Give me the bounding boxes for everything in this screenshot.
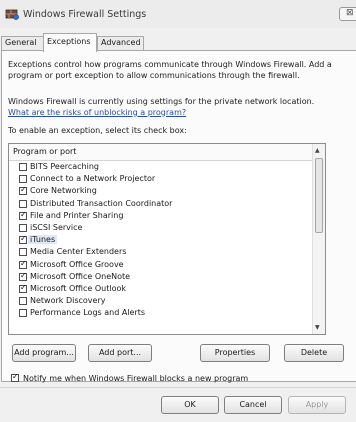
tab-advanced[interactable]: Advanced: [97, 36, 144, 50]
tab-general[interactable]: General: [1, 36, 44, 50]
list-item[interactable]: Distributed Transaction Coordinator: [9, 198, 314, 210]
exception-checkbox[interactable]: ✓: [19, 234, 27, 245]
list-item-label: File and Printer Sharing: [30, 210, 124, 220]
list-item-label: Microsoft Office OneNote: [30, 271, 131, 281]
notify-label: Notify me when Windows Firewall blocks a…: [23, 374, 249, 383]
column-header-label: Program or port: [13, 147, 77, 156]
scroll-down-icon[interactable]: ▼: [315, 324, 320, 331]
firewall-shield-icon: [5, 9, 19, 20]
check-icon: ✓: [20, 209, 27, 219]
exception-checkbox[interactable]: [19, 199, 27, 208]
check-icon: ✓: [12, 372, 19, 381]
exception-checkbox[interactable]: [19, 248, 27, 257]
properties-button[interactable]: Properties: [200, 344, 270, 362]
exception-checkbox[interactable]: [19, 175, 27, 184]
check-icon: ✓: [20, 234, 27, 244]
list-item-label: Core Networking: [30, 186, 97, 196]
scroll-up-icon[interactable]: ▲: [315, 147, 320, 154]
intro-line-2: program or port exception to allow commu…: [8, 70, 300, 80]
notify-checkbox[interactable]: ✓: [11, 372, 19, 382]
list-item-label: Media Center Extenders: [30, 247, 127, 257]
list-item[interactable]: ✓ File and Printer Sharing: [9, 210, 314, 222]
exception-checkbox[interactable]: ✓: [19, 209, 27, 220]
exception-checkbox[interactable]: ✓: [19, 258, 27, 269]
intro-line-1: Exceptions control how programs communic…: [8, 60, 332, 69]
list-item-label: iTunes: [28, 235, 58, 245]
list-item[interactable]: ✓ Microsoft Office Groove: [9, 259, 314, 271]
apply-button[interactable]: Apply: [288, 396, 346, 414]
list-item-label: Distributed Transaction Coordinator: [30, 198, 173, 208]
list-item[interactable]: ✓ Microsoft Office Outlook: [9, 283, 314, 295]
list-item[interactable]: ✓ iTunes: [9, 234, 314, 246]
exception-checkbox[interactable]: ✓: [19, 270, 27, 281]
list-item-label: Microsoft Office Outlook: [30, 283, 126, 293]
list-scrollbar[interactable]: ▲ ▼: [312, 144, 325, 334]
exception-checkbox[interactable]: ✓: [19, 282, 27, 293]
list-item[interactable]: Media Center Extenders: [9, 246, 314, 258]
list-item-label: Network Discovery: [30, 296, 106, 306]
tab-strip: General Exceptions Advanced: [0, 33, 356, 52]
exception-checkbox[interactable]: ✓: [19, 185, 27, 196]
check-icon: ✓: [20, 185, 27, 195]
location-text: Windows Firewall is currently using sett…: [8, 97, 354, 118]
list-item[interactable]: ✓ Core Networking: [9, 185, 314, 197]
delete-button[interactable]: Delete: [284, 344, 344, 362]
tab-exceptions[interactable]: Exceptions: [43, 33, 97, 52]
add-port-button[interactable]: Add port...: [88, 344, 152, 362]
exception-checkbox[interactable]: [19, 297, 27, 306]
list-item[interactable]: Performance Logs and Alerts: [9, 307, 314, 319]
instruction-text: To enable an exception, select its check…: [8, 126, 187, 135]
list-item-label: BITS Peercaching: [30, 162, 99, 171]
exception-checkbox[interactable]: [19, 223, 27, 232]
risks-link[interactable]: What are the risks of unblocking a progr…: [8, 108, 354, 119]
title-bar: Windows Firewall Settings ⊠: [0, 0, 356, 28]
exception-checkbox[interactable]: [19, 309, 27, 318]
window-title: Windows Firewall Settings: [23, 9, 147, 20]
exception-checkbox[interactable]: [19, 163, 27, 171]
list-item[interactable]: iSCSI Service: [9, 222, 314, 234]
check-icon: ✓: [20, 258, 27, 268]
add-program-button[interactable]: Add program...: [12, 344, 76, 362]
check-icon: ✓: [20, 282, 27, 292]
exceptions-rows: BITS Peercaching Connect to a Network Pro…: [9, 161, 314, 319]
list-item-label: Microsoft Office Groove: [30, 259, 124, 269]
list-item-label: Connect to a Network Projector: [30, 174, 156, 184]
notify-option[interactable]: ✓ Notify me when Windows Firewall blocks…: [11, 372, 341, 385]
footer-divider: [0, 387, 356, 388]
list-item-label: iSCSI Service: [30, 222, 83, 232]
location-line: Windows Firewall is currently using sett…: [8, 97, 315, 106]
close-button[interactable]: ⊠: [339, 7, 356, 21]
exceptions-list[interactable]: Program or port BITS Peercaching Connect …: [8, 143, 326, 335]
list-item[interactable]: BITS Peercaching: [9, 161, 314, 173]
list-item[interactable]: ✓ Microsoft Office OneNote: [9, 271, 314, 283]
list-item[interactable]: Network Discovery: [9, 295, 314, 307]
close-icon: ⊠: [346, 8, 354, 18]
scroll-thumb[interactable]: [315, 158, 323, 233]
intro-text: Exceptions control how programs communic…: [8, 60, 354, 81]
ok-button[interactable]: OK: [161, 396, 219, 414]
check-icon: ✓: [20, 270, 27, 280]
cancel-button[interactable]: Cancel: [224, 396, 282, 414]
list-column-header[interactable]: Program or port: [9, 144, 314, 161]
list-item[interactable]: Connect to a Network Projector: [9, 173, 314, 185]
firewall-settings-window: Windows Firewall Settings ⊠ General Exce…: [0, 0, 356, 422]
list-item-label: Performance Logs and Alerts: [30, 308, 146, 318]
